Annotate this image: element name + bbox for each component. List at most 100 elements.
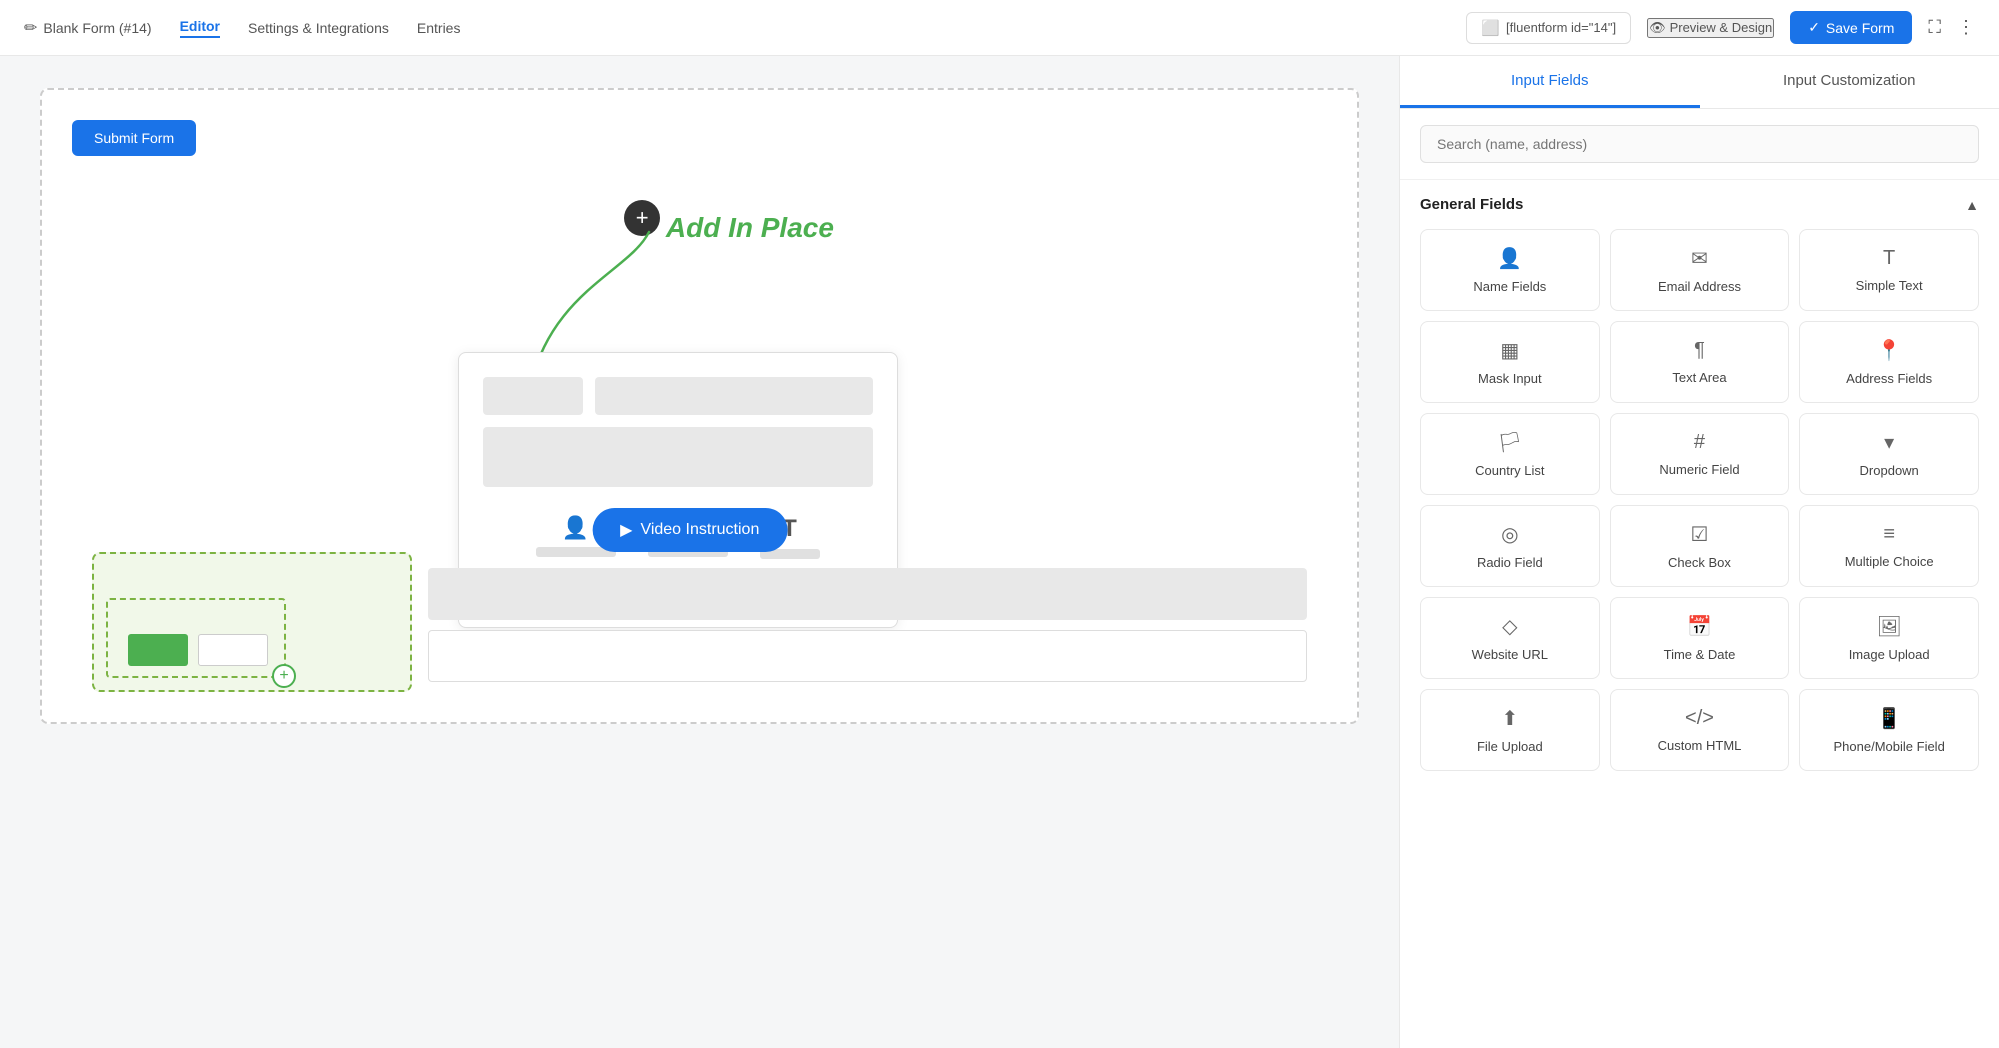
field-item-check-box[interactable]: ☑ Check Box — [1610, 505, 1790, 587]
field-label-11: Multiple Choice — [1845, 554, 1934, 569]
field-label-10: Check Box — [1668, 555, 1731, 570]
field-label-1: Email Address — [1658, 279, 1741, 294]
mock-person-icon: 👤 — [562, 515, 589, 541]
more-options-button[interactable]: ⋮ — [1957, 17, 1975, 38]
field-item-country-list[interactable]: 🏳 Country List — [1420, 413, 1600, 495]
form-title-text: Blank Form (#14) — [43, 20, 151, 36]
field-label-9: Radio Field — [1477, 555, 1543, 570]
field-label-3: Mask Input — [1478, 371, 1542, 386]
field-item-website-url[interactable]: ◇ Website URL — [1420, 597, 1600, 679]
play-icon: ▶ — [620, 520, 632, 540]
field-icon-5: 📍 — [1877, 338, 1902, 363]
field-label-15: File Upload — [1477, 739, 1543, 754]
field-item-simple-text[interactable]: T Simple Text — [1799, 229, 1979, 311]
search-wrap — [1400, 109, 1999, 180]
field-item-text-area[interactable]: ¶ Text Area — [1610, 321, 1790, 403]
field-label-7: Numeric Field — [1659, 462, 1739, 477]
field-icon-17: 📱 — [1877, 706, 1902, 731]
gray-preview-block — [428, 568, 1307, 620]
field-label-14: Image Upload — [1849, 647, 1930, 662]
video-instruction-button[interactable]: ▶ Video Instruction — [592, 508, 787, 552]
field-icon-11: ≡ — [1883, 523, 1895, 546]
small-plus-icon[interactable]: + — [272, 664, 296, 688]
panel-tabs: Input Fields Input Customization — [1400, 56, 1999, 109]
form-canvas: Submit Form + Add In Place — [40, 88, 1359, 724]
field-icon-2: T — [1883, 247, 1895, 270]
nav-entries[interactable]: Entries — [417, 20, 461, 36]
field-label-4: Text Area — [1672, 370, 1726, 385]
top-navigation: ✏ Blank Form (#14) Editor Settings & Int… — [0, 0, 1999, 56]
preview-label: Preview & Design — [1670, 20, 1773, 35]
green-input-preview — [198, 634, 268, 666]
check-icon: ✓ — [1808, 19, 1820, 36]
nav-right: ⬜ [fluentform id="14"] 👁 Preview & Desig… — [1466, 11, 1975, 44]
section-title: General Fields — [1420, 196, 1523, 213]
field-icon-7: # — [1694, 431, 1705, 454]
shortcode-text: [fluentform id="14"] — [1506, 20, 1616, 35]
field-icon-6: 🏳 — [1497, 430, 1522, 455]
section-header: General Fields ▲ — [1420, 196, 1979, 213]
field-item-multiple-choice[interactable]: ≡ Multiple Choice — [1799, 505, 1979, 587]
mock-input-3 — [483, 427, 873, 487]
lower-preview: + — [72, 552, 1327, 692]
field-label-12: Website URL — [1472, 647, 1548, 662]
field-label-17: Phone/Mobile Field — [1834, 739, 1945, 754]
field-item-mask-input[interactable]: ▦ Mask Input — [1420, 321, 1600, 403]
right-panel: Input Fields Input Customization General… — [1399, 56, 1999, 1048]
field-icon-1: ✉ — [1691, 246, 1708, 271]
add-in-place-label: Add In Place — [666, 212, 834, 244]
field-item-dropdown[interactable]: ▾ Dropdown — [1799, 413, 1979, 495]
shortcode-icon: ⬜ — [1481, 19, 1500, 37]
video-btn-label: Video Instruction — [640, 521, 759, 539]
field-item-radio-field[interactable]: ◎ Radio Field — [1420, 505, 1600, 587]
field-icon-8: ▾ — [1884, 430, 1894, 455]
mock-input-1 — [483, 377, 583, 415]
field-icon-10: ☑ — [1691, 522, 1709, 547]
green-drop-zone[interactable]: + — [92, 552, 412, 692]
field-label-16: Custom HTML — [1658, 738, 1742, 753]
preview-design-button[interactable]: 👁 Preview & Design — [1647, 18, 1774, 38]
fullscreen-button[interactable]: ⛶ — [1928, 17, 1941, 38]
field-item-numeric-field[interactable]: # Numeric Field — [1610, 413, 1790, 495]
mock-input-2 — [595, 377, 873, 415]
field-icon-14: 🖼 — [1876, 614, 1901, 639]
submit-form-button[interactable]: Submit Form — [72, 120, 196, 156]
fields-section: General Fields ▲ 👤Name Fields ✉ Email Addr… — [1400, 180, 1999, 1048]
field-label-2: Simple Text — [1856, 278, 1923, 293]
tab-input-customization[interactable]: Input Customization — [1700, 56, 1999, 108]
field-label-6: Country List — [1475, 463, 1544, 478]
form-icon: ✏ — [24, 18, 37, 38]
search-input[interactable] — [1420, 125, 1979, 163]
field-label-5: Address Fields — [1846, 371, 1932, 386]
field-item-image-upload[interactable]: 🖼 Image Upload — [1799, 597, 1979, 679]
field-icon-16: </> — [1685, 707, 1714, 730]
eye-icon: 👁 — [1649, 20, 1666, 36]
field-item-custom-html[interactable]: </> Custom HTML — [1610, 689, 1790, 771]
field-icon-9: ◎ — [1501, 522, 1518, 547]
nav-settings[interactable]: Settings & Integrations — [248, 20, 389, 36]
tab-input-fields[interactable]: Input Fields — [1400, 56, 1700, 108]
shortcode-button[interactable]: ⬜ [fluentform id="14"] — [1466, 12, 1631, 44]
field-item-time---date[interactable]: 📅Time & Date — [1610, 597, 1790, 679]
field-item-name-fields[interactable]: 👤Name Fields — [1420, 229, 1600, 311]
fields-grid: 👤Name Fields ✉ Email Address T Simple Text ▦ M… — [1420, 229, 1979, 771]
field-item-email-address[interactable]: ✉ Email Address — [1610, 229, 1790, 311]
right-preview-area — [428, 552, 1307, 692]
chevron-up-icon[interactable]: ▲ — [1965, 197, 1979, 213]
field-icon-12: ◇ — [1502, 614, 1517, 639]
field-icon-3: ▦ — [1500, 338, 1519, 363]
field-icon-13: 📅 — [1687, 614, 1712, 639]
green-inner-zone: + — [106, 598, 286, 678]
add-in-place-area: + Add In Place — [72, 172, 1327, 692]
field-icon-4: ¶ — [1694, 339, 1705, 362]
field-icon-0: 👤 — [1497, 246, 1522, 271]
green-block — [128, 634, 188, 666]
field-label-8: Dropdown — [1860, 463, 1919, 478]
save-label: Save Form — [1826, 20, 1894, 36]
field-item-phone-mobile-field[interactable]: 📱 Phone/Mobile Field — [1799, 689, 1979, 771]
save-form-button[interactable]: ✓ Save Form — [1790, 11, 1912, 44]
field-item-address-fields[interactable]: 📍 Address Fields — [1799, 321, 1979, 403]
nav-left: ✏ Blank Form (#14) Editor Settings & Int… — [24, 18, 460, 38]
field-item-file-upload[interactable]: ⬆File Upload — [1420, 689, 1600, 771]
nav-editor[interactable]: Editor — [180, 18, 220, 38]
